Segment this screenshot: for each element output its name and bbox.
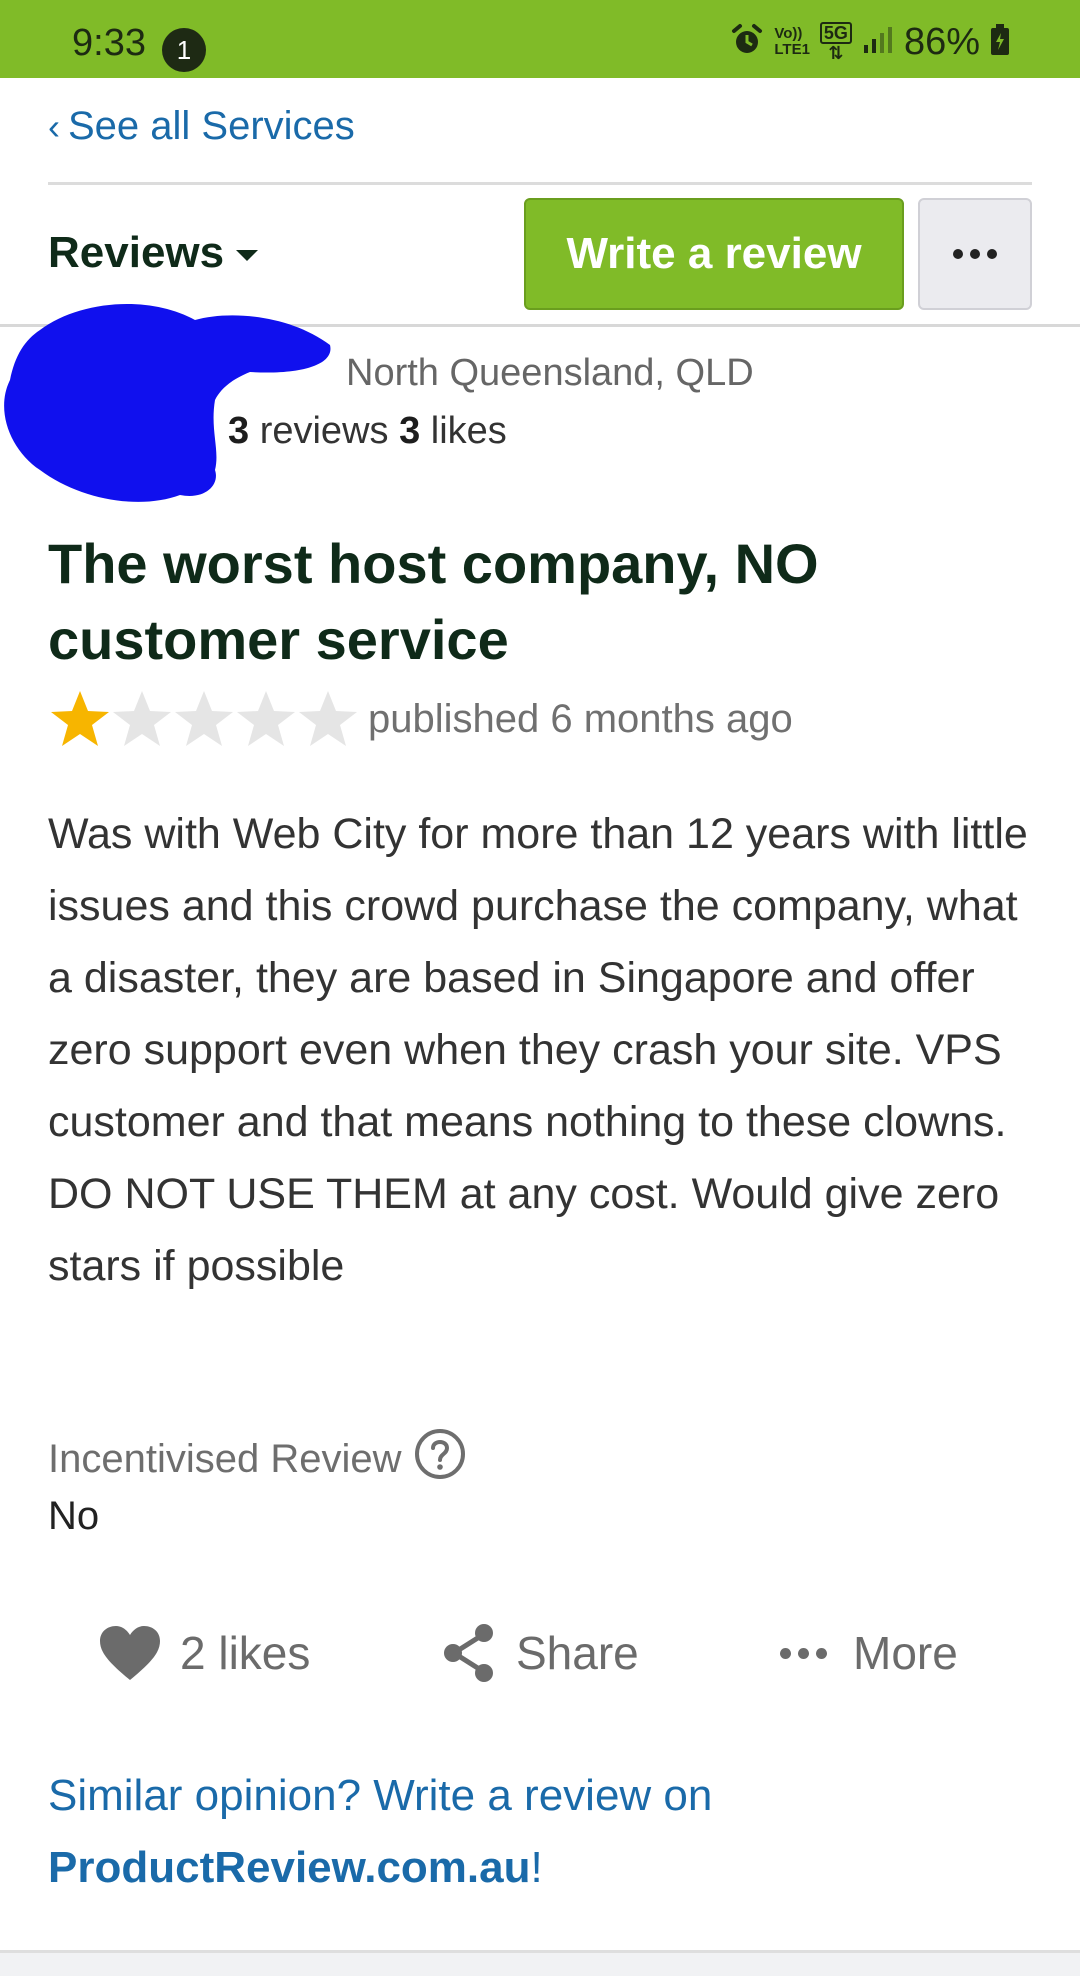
star-empty-icon	[237, 691, 295, 746]
alarm-icon	[730, 23, 764, 62]
more-dots-icon	[780, 1647, 827, 1659]
star-filled-icon	[51, 691, 109, 746]
star-empty-icon	[113, 691, 171, 746]
write-review-button[interactable]: Write a review	[524, 198, 904, 310]
review-toolbar: Reviews Write a review	[48, 198, 1032, 312]
reviewer-likes-count: 3	[399, 410, 421, 452]
more-button[interactable]: More	[780, 1618, 958, 1688]
signal-icon	[862, 25, 894, 60]
status-icons: Vo)) LTE1 5G ⇅ 86%	[730, 20, 1010, 64]
bottom-divider	[0, 1950, 1080, 1976]
review-title: The worst host company, NO customer serv…	[48, 532, 819, 671]
data-arrows-icon: ⇅	[828, 43, 844, 63]
share-label: Share	[516, 1627, 639, 1679]
share-button[interactable]: Share	[440, 1618, 639, 1688]
more-label: More	[853, 1627, 958, 1679]
likes-label: 2 likes	[180, 1627, 311, 1679]
write-review-cta[interactable]: Similar opinion? Write a review on Produ…	[48, 1760, 1028, 1904]
reviewer-reviews-count: 3	[228, 410, 250, 452]
star-rating	[48, 687, 358, 751]
network-label-bottom: LTE1	[774, 41, 810, 58]
volte-icon: Vo)) LTE1	[774, 26, 810, 58]
more-dots-icon	[953, 249, 997, 259]
status-time: 9:33	[72, 22, 146, 64]
reviewer-location: North Queensland, QLD	[346, 352, 754, 394]
rating-row: published 6 months ago	[48, 686, 793, 752]
help-icon[interactable]	[414, 1428, 466, 1490]
incentivised-review-value: No	[48, 1494, 100, 1538]
reviewer-likes-word: likes	[430, 410, 507, 452]
battery-icon	[990, 23, 1010, 61]
incentivised-review-label: Incentivised Review	[48, 1428, 466, 1490]
heart-icon	[100, 1626, 160, 1680]
more-options-button[interactable]	[918, 198, 1032, 310]
network-type: 5G	[819, 22, 852, 44]
review-actions: 2 likes Share More	[0, 1618, 1080, 1688]
like-button[interactable]: 2 likes	[98, 1618, 310, 1688]
see-all-services-link[interactable]: ‹ See all Services	[48, 104, 355, 149]
review-body: Was with Web City for more than 12 years…	[48, 810, 1028, 1290]
status-bar: 9:33 1 Vo)) LTE1 5G ⇅ 86%	[0, 0, 1080, 78]
back-link-label: See all Services	[68, 104, 355, 148]
incentivised-review-text: Incentivised Review	[48, 1436, 402, 1481]
cta-end: !	[530, 1843, 543, 1892]
divider	[48, 182, 1032, 185]
cta-text: Similar opinion? Write a review on	[48, 1771, 713, 1820]
caret-down-icon	[236, 249, 259, 261]
reviewer-stats: 3 reviews 3 likes	[228, 410, 507, 453]
published-date: published 6 months ago	[368, 696, 793, 741]
site-name-link[interactable]: ProductReview.com.au	[48, 1843, 531, 1892]
reviews-dropdown-label: Reviews	[48, 228, 225, 277]
star-empty-icon	[299, 691, 357, 746]
notification-badge: 1	[162, 28, 206, 72]
redaction-scribble	[4, 303, 331, 502]
reviewer-reviews-word: reviews	[259, 410, 389, 452]
star-empty-icon	[175, 691, 233, 746]
share-icon	[444, 1624, 493, 1682]
battery-level: 86%	[903, 20, 980, 63]
reviews-dropdown[interactable]: Reviews	[48, 228, 259, 278]
chevron-left-icon: ‹	[48, 105, 60, 147]
network-label-top: Vo))	[774, 25, 803, 42]
network-type-icon: 5G ⇅	[819, 22, 852, 63]
